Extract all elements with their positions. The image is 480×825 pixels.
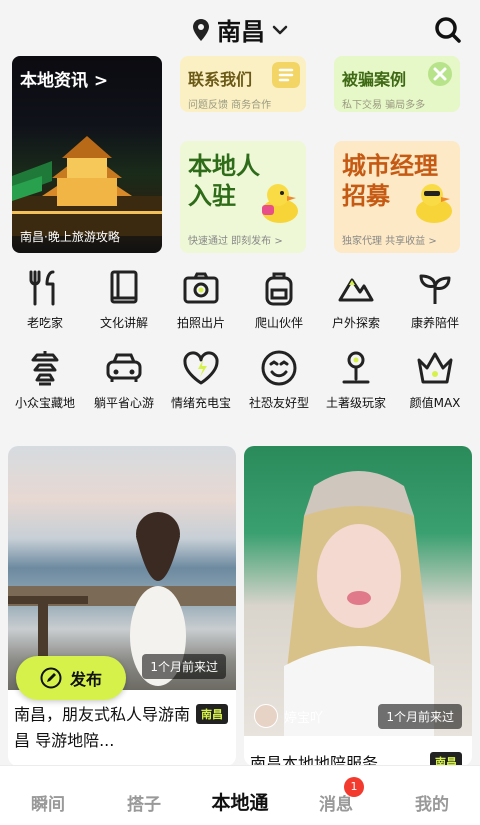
girl-portrait-figure <box>284 471 434 736</box>
author-name: 婷宝吖 <box>284 710 324 726</box>
manager-sub: 独家代理 共享收益 > <box>342 236 437 247</box>
category-item[interactable]: 老吃家 <box>5 268 85 331</box>
resident-line1: 本地人 <box>188 152 260 180</box>
duck-icon <box>416 184 452 223</box>
city-manager-card[interactable]: 城市经理 招募 独家代理 共享收益 > <box>334 141 460 253</box>
category-item[interactable]: 情绪充电宝 <box>161 348 241 411</box>
nav-item-me[interactable]: 我的 <box>384 790 480 815</box>
local-news-caption: 南昌·晚上旅游攻略 <box>20 230 120 244</box>
category-label: 土著级玩家 <box>325 396 386 410</box>
smile-face-icon <box>261 350 297 386</box>
category-label: 小众宝藏地 <box>14 396 75 410</box>
feed-title: 南昌，朋友式私人导游南昌 导游地陪... <box>14 705 191 750</box>
contact-us-card[interactable]: 联系我们 问题反馈 商务合作 <box>180 56 306 112</box>
feed-card[interactable]: 婷宝吖 1个月前来过 南昌本地地陪服务 南昌 <box>244 446 472 766</box>
search-icon[interactable] <box>434 16 462 44</box>
map-pin-icon <box>342 351 370 384</box>
local-news-title: 本地资讯 > <box>20 71 109 91</box>
bottom-nav: 瞬间 搭子 本地通 消息 我的 1 <box>0 765 480 825</box>
header: 南昌 <box>0 0 480 56</box>
sprout-icon <box>419 274 451 304</box>
category-label: 情绪充电宝 <box>170 396 231 410</box>
local-news-card[interactable]: 本地资讯 > 南昌·晚上旅游攻略 <box>12 56 162 253</box>
avatar <box>254 704 278 728</box>
category-label: 拍照出片 <box>176 316 225 330</box>
camera-icon <box>183 272 219 304</box>
visited-time: 1个月前来过 <box>378 704 462 729</box>
category-item[interactable]: 文化讲解 <box>84 268 164 331</box>
duck-icon <box>262 184 298 223</box>
close-icon <box>428 62 452 86</box>
mountain-icon <box>338 278 374 302</box>
manager-line1: 城市经理 <box>342 152 438 180</box>
category-label: 社恐友好型 <box>248 396 309 410</box>
nav-item-moments[interactable]: 瞬间 <box>0 790 96 815</box>
car-icon <box>106 353 142 382</box>
fraud-cases-sub: 私下交易 骗局多多 <box>342 100 426 111</box>
message-badge: 1 <box>344 777 364 797</box>
backpack-icon <box>265 272 293 306</box>
category-item[interactable]: 社恐友好型 <box>239 348 319 411</box>
category-item[interactable]: 土著级玩家 <box>316 348 396 411</box>
category-label: 文化讲解 <box>99 316 148 330</box>
feed-title: 南昌本地地陪服务 <box>250 754 379 766</box>
category-item[interactable]: 爬山伙伴 <box>239 268 319 331</box>
heart-bolt-icon <box>183 351 219 385</box>
crown-icon <box>417 352 453 384</box>
nav-item-local[interactable]: 本地通 <box>192 788 288 815</box>
category-label: 户外探索 <box>331 316 380 330</box>
feed-card[interactable]: 1个月前来过 南昌，朋友式私人导游南昌 导游地陪... 南昌 <box>8 446 236 766</box>
contact-us-sub: 问题反馈 商务合作 <box>188 100 272 111</box>
publish-button[interactable]: 发布 <box>16 656 126 700</box>
location-pin-icon <box>193 18 209 41</box>
category-item[interactable]: 拍照出片 <box>161 268 241 331</box>
category-label: 躺平省心游 <box>93 396 154 410</box>
category-label: 康养陪伴 <box>410 316 459 330</box>
category-item[interactable]: 户外探索 <box>316 268 396 331</box>
category-label: 爬山伙伴 <box>254 316 303 330</box>
pagoda-night-image <box>12 136 162 236</box>
author[interactable]: 婷宝吖 <box>254 704 323 728</box>
resident-sub: 快速通过 即刻发布 > <box>188 236 283 247</box>
category-label: 老吃家 <box>26 316 63 330</box>
city-tag: 南昌 <box>430 752 462 766</box>
category-item[interactable]: 小众宝藏地 <box>5 348 85 411</box>
document-icon <box>272 62 300 88</box>
fraud-cases-card[interactable]: 被骗案例 私下交易 骗局多多 <box>334 56 460 112</box>
nav-item-partners[interactable]: 搭子 <box>96 790 192 815</box>
pagoda-icon <box>31 351 59 386</box>
pen-icon <box>40 667 62 689</box>
category-item[interactable]: 康养陪伴 <box>395 268 475 331</box>
city-tag: 南昌 <box>196 704 228 724</box>
book-icon <box>110 270 138 304</box>
feed-photo <box>244 446 472 736</box>
visited-time: 1个月前来过 <box>142 654 226 679</box>
publish-label: 发布 <box>69 670 102 689</box>
category-item[interactable]: 躺平省心游 <box>84 348 164 411</box>
fork-knife-icon <box>29 270 55 306</box>
chevron-down-icon <box>272 25 288 34</box>
category-item[interactable]: 颜值MAX <box>395 348 475 411</box>
city-selector[interactable]: 南昌 <box>0 12 480 47</box>
category-label: 颜值MAX <box>409 396 461 410</box>
local-resident-card[interactable]: 本地人 入驻 快速通过 即刻发布 > <box>180 141 306 253</box>
city-name: 南昌 <box>217 18 265 46</box>
nav-item-messages[interactable]: 消息 <box>288 790 384 815</box>
